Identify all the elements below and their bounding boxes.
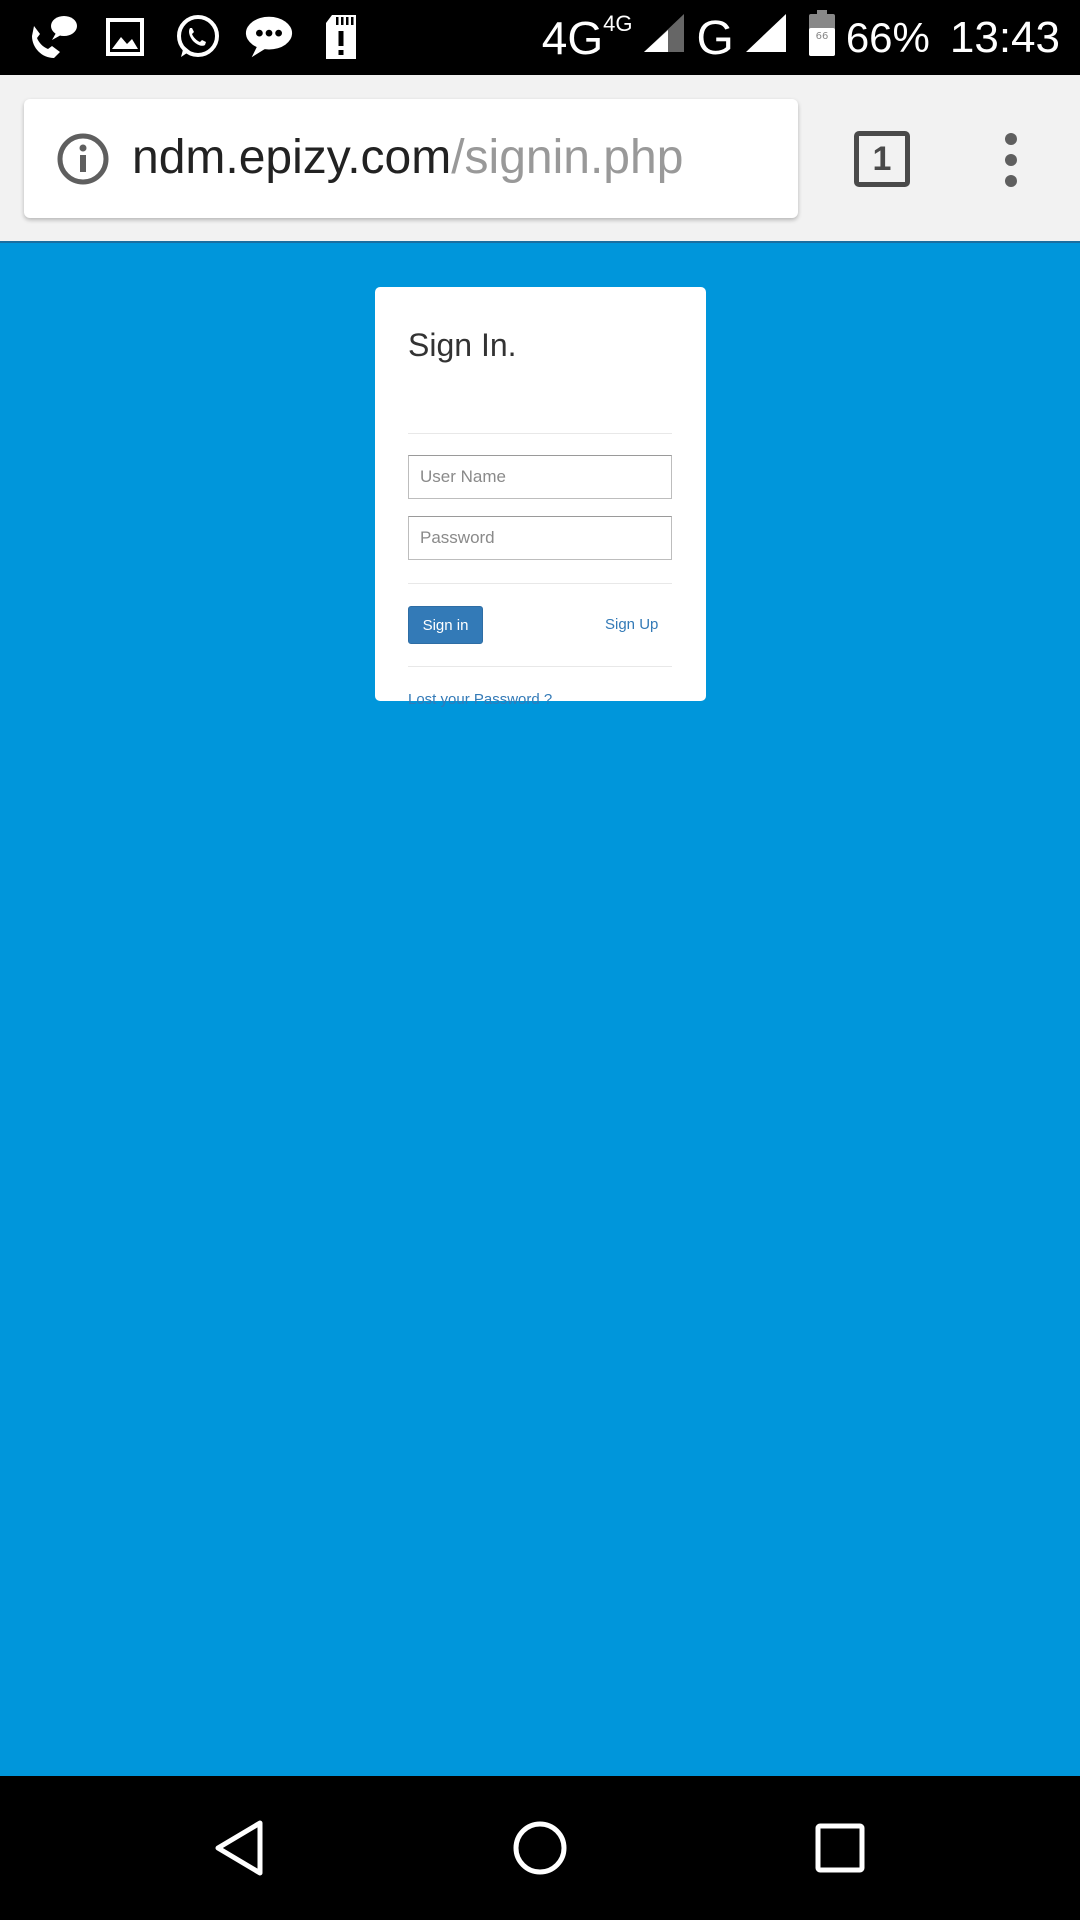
secondary-network-label: G	[696, 11, 734, 65]
sms-icon	[244, 12, 294, 62]
sd-card-alert-icon	[316, 12, 366, 62]
image-icon	[100, 12, 150, 62]
notification-icons	[28, 12, 366, 62]
info-icon[interactable]	[56, 132, 110, 186]
web-page: Sign In. Sign in Sign Up Lost your Passw…	[0, 243, 1080, 1776]
svg-text:66: 66	[815, 31, 828, 42]
signup-link[interactable]: Sign Up	[605, 616, 658, 633]
password-input[interactable]	[408, 516, 672, 560]
username-input[interactable]	[408, 455, 672, 499]
whatsapp-icon	[172, 12, 222, 62]
address-bar[interactable]: ndm.epizy.com/signin.php	[24, 99, 798, 218]
divider	[408, 433, 672, 434]
lost-password-link[interactable]: Lost your Password ?	[408, 691, 552, 708]
network-subtype-label: 4G	[603, 11, 633, 36]
system-icons: 4G 4G G 66 66% 13:43	[542, 8, 1060, 68]
clock: 13:43	[949, 13, 1060, 62]
url-host: ndm.epizy.com	[132, 131, 452, 184]
navigation-bar	[0, 1776, 1080, 1920]
back-icon[interactable]	[210, 1818, 270, 1878]
secondary-signal-icon	[744, 12, 788, 65]
more-vert-icon[interactable]	[998, 130, 1024, 190]
status-bar: 4G 4G G 66 66% 13:43	[0, 0, 1080, 75]
divider	[408, 666, 672, 667]
network-type-label: 4G	[541, 12, 604, 64]
signin-button[interactable]: Sign in	[408, 606, 483, 644]
signin-card: Sign In. Sign in Sign Up Lost your Passw…	[375, 287, 706, 708]
divider	[408, 583, 672, 584]
battery-percent: 66%	[845, 14, 930, 61]
missed-call-icon	[28, 12, 78, 62]
url-path: /signin.php	[451, 131, 684, 184]
home-icon[interactable]	[510, 1818, 570, 1878]
recents-icon[interactable]	[810, 1818, 870, 1878]
card-title: Sign In.	[408, 327, 517, 363]
battery-icon: 66	[808, 9, 836, 68]
tab-switcher-button[interactable]: 1	[854, 131, 910, 187]
url-text[interactable]: ndm.epizy.com/signin.php	[132, 127, 683, 189]
signal-strength-icon	[642, 12, 686, 65]
browser-toolbar: ndm.epizy.com/signin.php 1	[0, 75, 1080, 243]
